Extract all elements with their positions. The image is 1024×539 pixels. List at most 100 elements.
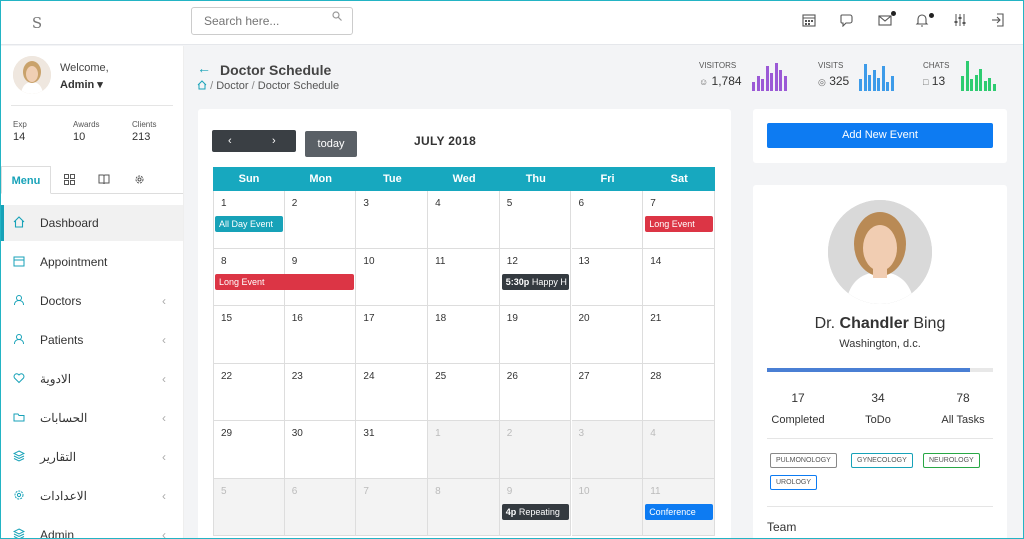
calendar-day[interactable]: 26 <box>499 363 572 421</box>
specialty-tag[interactable]: UROLOGY <box>770 475 818 490</box>
chat-icon[interactable] <box>840 13 854 27</box>
calendar-day[interactable]: 3 <box>356 191 429 249</box>
sidebar-item-4[interactable]: Patients ‹ <box>1 322 183 358</box>
sidebar-item-5[interactable]: الادوية ‹ <box>1 361 183 397</box>
logout-icon[interactable] <box>991 13 1005 27</box>
view-day[interactable]: day <box>646 131 664 157</box>
sidebar-item-3[interactable]: Doctors ‹ <box>1 283 183 319</box>
calendar-day[interactable]: 11 <box>428 248 500 306</box>
user-menu[interactable]: Admin ▾ <box>60 78 103 91</box>
calendar-event[interactable]: Long Event <box>215 273 355 290</box>
tab-menu[interactable]: Menu <box>1 166 51 194</box>
sidebar-item-1[interactable]: Dashboard <box>1 205 183 241</box>
calendar-day[interactable]: 7 <box>356 478 429 536</box>
calendar-day[interactable]: 2 <box>284 191 357 249</box>
calendar-day[interactable]: 10 <box>571 478 644 536</box>
layers-icon <box>12 528 26 538</box>
calendar-day[interactable]: 30 <box>284 421 357 479</box>
bell-icon[interactable] <box>915 13 929 27</box>
day-number: 9 <box>291 255 298 267</box>
calendar-day[interactable]: 17 <box>356 306 429 364</box>
calendar-day[interactable]: 14 <box>643 248 715 306</box>
add-event-button[interactable]: Add New Event <box>767 123 993 148</box>
calendar-day[interactable]: 8 <box>428 478 500 536</box>
profile-stat-label: All Tasks <box>941 414 985 426</box>
calendar-event[interactable]: 5:30p Happy H <box>501 273 570 290</box>
specialty-tag[interactable]: PULMONOLOGY <box>770 453 837 468</box>
sidebar-item-2[interactable]: Appointment <box>1 244 183 280</box>
search-icon[interactable] <box>332 11 342 21</box>
calendar-day[interactable]: 2 <box>499 421 572 479</box>
prev-icon[interactable]: ‹ <box>228 130 232 152</box>
calendar-day[interactable]: 20 <box>571 306 644 364</box>
doctor-location: Washington, d.c. <box>839 338 921 350</box>
calendar-day[interactable]: 24 <box>356 363 429 421</box>
search-input[interactable] <box>191 7 353 35</box>
calendar-event[interactable]: All Day Event <box>215 216 283 232</box>
calendar-day[interactable]: 29 <box>213 421 285 479</box>
calendar-day[interactable]: 10 <box>356 248 429 306</box>
calendar-day[interactable]: 18 <box>428 306 500 364</box>
calendar-day[interactable]: 21 <box>643 306 715 364</box>
sparkline-bar <box>863 64 867 91</box>
breadcrumb-current: Doctor Schedule <box>257 80 340 92</box>
calendar-day[interactable]: 3 <box>571 421 644 479</box>
sidebar-item-6[interactable]: الحسابات ‹ <box>1 400 183 436</box>
calendar-day[interactable]: 13 <box>571 248 644 306</box>
calendar-icon[interactable] <box>802 13 816 27</box>
gear-icon[interactable] <box>134 174 145 185</box>
day-number: 3 <box>578 428 585 439</box>
calendar-day[interactable]: 6 <box>571 191 644 249</box>
calendar-day[interactable]: 15 <box>213 306 285 364</box>
day-number: 14 <box>650 255 662 267</box>
calendar-day[interactable]: 27 <box>571 363 644 421</box>
calendar-event[interactable]: Long Event <box>645 216 713 232</box>
divider <box>767 506 993 507</box>
calendar-day[interactable]: 28 <box>643 363 715 421</box>
breadcrumb-item[interactable]: Doctor <box>216 80 248 92</box>
calendar-day[interactable]: 4 <box>643 421 715 479</box>
view-list[interactable]: list <box>688 131 701 157</box>
calendar-event[interactable]: Conference <box>645 503 713 520</box>
day-number: 10 <box>578 485 590 497</box>
day-number: 9 <box>506 485 513 497</box>
profile-stat: 78 All Tasks <box>923 391 1003 426</box>
next-icon[interactable]: › <box>272 130 276 152</box>
calendar-day[interactable]: 31 <box>356 421 429 479</box>
specialty-tag[interactable]: GYNECOLOGY <box>851 453 913 468</box>
calendar-day[interactable]: 1 <box>428 421 500 479</box>
grid-icon[interactable] <box>64 174 75 185</box>
calendar-day[interactable]: 5 <box>213 478 285 536</box>
today-button[interactable]: today <box>305 131 357 157</box>
home-icon[interactable] <box>197 80 207 90</box>
layers-icon <box>12 450 26 465</box>
logo[interactable]: S <box>25 11 49 35</box>
calendar-event[interactable]: 4p Repeating <box>501 503 570 520</box>
view-week[interactable]: week <box>595 131 621 157</box>
calendar-day[interactable]: 6 <box>284 478 357 536</box>
calendar-day[interactable]: 23 <box>284 363 357 421</box>
day-number: 13 <box>578 255 590 267</box>
day-number: 16 <box>291 313 303 324</box>
profile-stat-value: 78 <box>956 391 970 405</box>
sidebar-item-7[interactable]: التقارير ‹ <box>1 439 183 475</box>
calendar-day[interactable]: 25 <box>428 363 500 421</box>
book-icon[interactable] <box>98 174 110 185</box>
calendar-day[interactable]: 19 <box>499 306 572 364</box>
sidebar-item-9[interactable]: Admin ‹ <box>1 517 183 538</box>
view-month[interactable]: month <box>539 131 570 157</box>
avatar[interactable] <box>13 56 51 94</box>
sidebar-item-8[interactable]: الاعدادات ‹ <box>1 478 183 514</box>
calendar-day[interactable]: 22 <box>213 363 285 421</box>
stat-value: 10 <box>73 131 86 143</box>
sparkline-bar <box>970 79 973 91</box>
back-arrow-icon[interactable]: ← <box>197 60 211 76</box>
day-number: 7 <box>363 485 369 497</box>
specialty-tag[interactable]: NEUROLOGY <box>923 453 980 468</box>
sliders-icon[interactable] <box>953 13 967 27</box>
mail-icon[interactable] <box>878 13 892 27</box>
calendar-day[interactable]: 4 <box>428 191 500 249</box>
calendar-day[interactable]: 5 <box>499 191 572 249</box>
profile-stat: 17 Completed <box>758 391 838 426</box>
calendar-day[interactable]: 16 <box>284 306 357 364</box>
